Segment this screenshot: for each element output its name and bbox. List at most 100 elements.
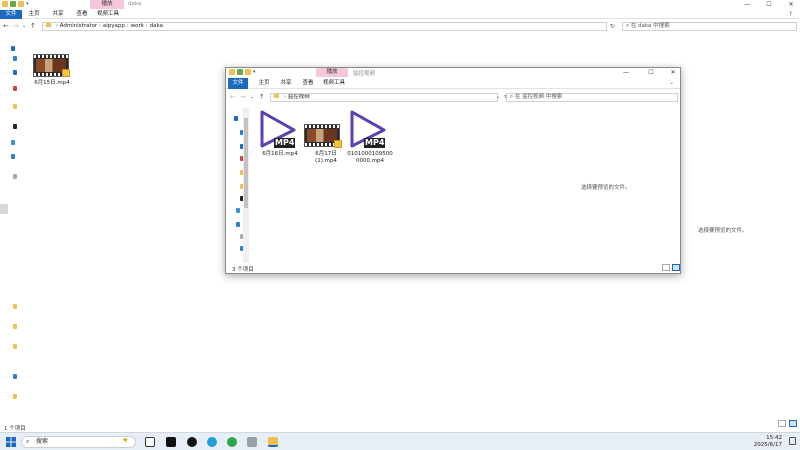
folder-icon[interactable] [13,394,17,399]
breadcrumb-daka[interactable]: daka [150,23,163,29]
tab-home[interactable]: 主页 [254,78,274,89]
new-folder-icon[interactable] [18,1,24,7]
properties-icon[interactable] [10,1,16,7]
chevron-down-icon[interactable]: ▾ [253,70,257,75]
quick-access-icon[interactable] [234,116,238,121]
details-view-icon[interactable] [778,420,786,427]
cloud-icon[interactable] [11,154,15,159]
back-button[interactable]: ← [3,22,9,31]
tab-view[interactable]: 查看 [298,78,318,89]
code-editor-icon[interactable] [247,437,257,447]
search-input[interactable]: ⌕ 在 daka 中搜索 [622,22,797,31]
file-item[interactable]: 6月17日 (1).mp4 [302,108,350,164]
address-bar[interactable]: › 监控视频 [270,93,498,102]
windows-start-icon[interactable] [6,437,16,447]
videos-icon[interactable] [13,124,17,129]
tab-view[interactable]: 查看 [72,10,92,19]
network-icon[interactable] [13,374,17,379]
desktop-icon[interactable] [13,56,17,61]
notification-icon[interactable] [789,437,796,445]
ribbon-tabs: 文件 主页 共享 查看 视频工具 ? [0,10,800,19]
this-pc-icon[interactable] [13,174,17,179]
up-button[interactable]: ↑ [259,93,265,102]
scrollbar-thumb[interactable] [244,118,248,208]
edge-browser-icon[interactable] [207,437,217,447]
file-item[interactable]: 6月15日.mp4 [32,54,72,90]
folder-icon [46,23,51,27]
quick-access-toolbar: ▾ [2,1,30,7]
onedrive-icon[interactable] [11,140,15,145]
file-name-line1: 0101000109500 [347,151,393,157]
back-button[interactable]: ← [230,93,236,102]
maximize-button[interactable]: ☐ [762,0,776,9]
search-placeholder: 在 daka 中搜索 [630,23,670,29]
file-item[interactable]: MP4 6月16日.mp4 [256,108,304,160]
breadcrumb-administrator[interactable]: Administrator [60,23,98,29]
bg-titlebar: ▾ 播放 daka — ☐ ✕ [0,0,800,10]
context-tab[interactable]: 播放 [90,0,124,9]
quick-access-icon[interactable] [11,46,15,51]
system-clock[interactable]: 15:42 2025/6/17 [754,435,782,449]
tab-video-tools[interactable]: 视频工具 [94,10,122,19]
copilot-sparkle-icon: ✦ [121,436,129,446]
close-button[interactable]: ✕ [784,0,798,9]
tab-file[interactable]: 文件 [0,10,22,19]
address-bar[interactable]: › Administrator › aipyapp › work › daka [42,22,607,31]
new-folder-icon[interactable] [245,69,251,75]
shortcut-badge-icon [334,140,342,148]
tab-file[interactable]: 文件 [228,78,248,89]
downloads-icon[interactable] [13,70,17,75]
large-icons-view-icon[interactable] [672,264,680,271]
pictures-icon[interactable] [13,104,17,109]
file-explorer-icon[interactable] [268,437,278,447]
capcut-app-icon[interactable] [166,437,176,447]
up-button[interactable]: ↑ [30,22,36,31]
tab-share[interactable]: 共享 [48,10,68,19]
recent-locations-button[interactable]: ⌄ [22,22,26,31]
tab-video-tools[interactable]: 视频工具 [320,78,348,89]
context-tab[interactable]: 播放 [316,68,348,77]
folder-icon[interactable] [13,304,17,309]
nav-scrollbar[interactable] [0,204,8,214]
forward-button[interactable]: → [240,93,246,102]
folder-icon[interactable] [13,324,17,329]
maximize-button[interactable]: ☐ [644,68,658,77]
forward-button[interactable]: → [13,22,19,31]
taskbar-search-box[interactable]: ⌕ 搜索 ✦ [21,436,136,448]
file-name-line2: 0000.mp4 [355,158,385,164]
wechat-app-icon[interactable] [227,437,237,447]
tab-home[interactable]: 主页 [24,10,44,19]
search-input[interactable]: ⌕ 在 监控视频 中搜索 [506,93,678,102]
address-dropdown-icon[interactable]: ⌄ [496,93,500,102]
details-view-icon[interactable] [662,264,670,271]
onedrive-icon[interactable] [236,208,240,213]
file-name: 6月16日.mp4 [262,151,298,157]
taskbar-search-label: 搜索 [36,438,49,445]
help-icon[interactable]: ? [789,11,792,18]
refresh-icon[interactable]: ↻ [610,22,615,31]
file-item[interactable]: MP4 0101000109500 0000.mp4 [344,108,396,164]
tab-share[interactable]: 共享 [276,78,296,89]
cloud-icon[interactable] [236,222,240,227]
large-icons-view-icon[interactable] [789,420,797,427]
nav-scrollbar[interactable] [243,108,249,263]
folder-icon[interactable] [2,1,8,7]
breadcrumb-aipyapp[interactable]: aipyapp [103,23,125,29]
expand-ribbon-icon[interactable]: ⌄ [669,79,674,86]
status-bar-count: 3 个项目 [232,267,254,273]
github-app-icon[interactable] [187,437,197,447]
folder-icon[interactable] [229,69,235,75]
mp4-badge: MP4 [274,138,296,148]
documents-icon[interactable] [13,86,17,91]
task-view-icon[interactable] [145,437,155,447]
minimize-button[interactable]: — [619,68,633,77]
breadcrumb-work[interactable]: work [131,23,144,29]
minimize-button[interactable]: — [740,0,754,9]
folder-icon[interactable] [13,344,17,349]
breadcrumb-monitoring-videos[interactable]: 监控视频 [288,94,310,100]
chevron-down-icon[interactable]: ▾ [26,2,30,7]
properties-icon[interactable] [237,69,243,75]
fg-titlebar: ▾ 播放 监控视频 — ☐ ✕ [226,68,680,78]
recent-locations-button[interactable]: ⌄ [250,93,254,102]
close-button[interactable]: ✕ [666,68,680,77]
